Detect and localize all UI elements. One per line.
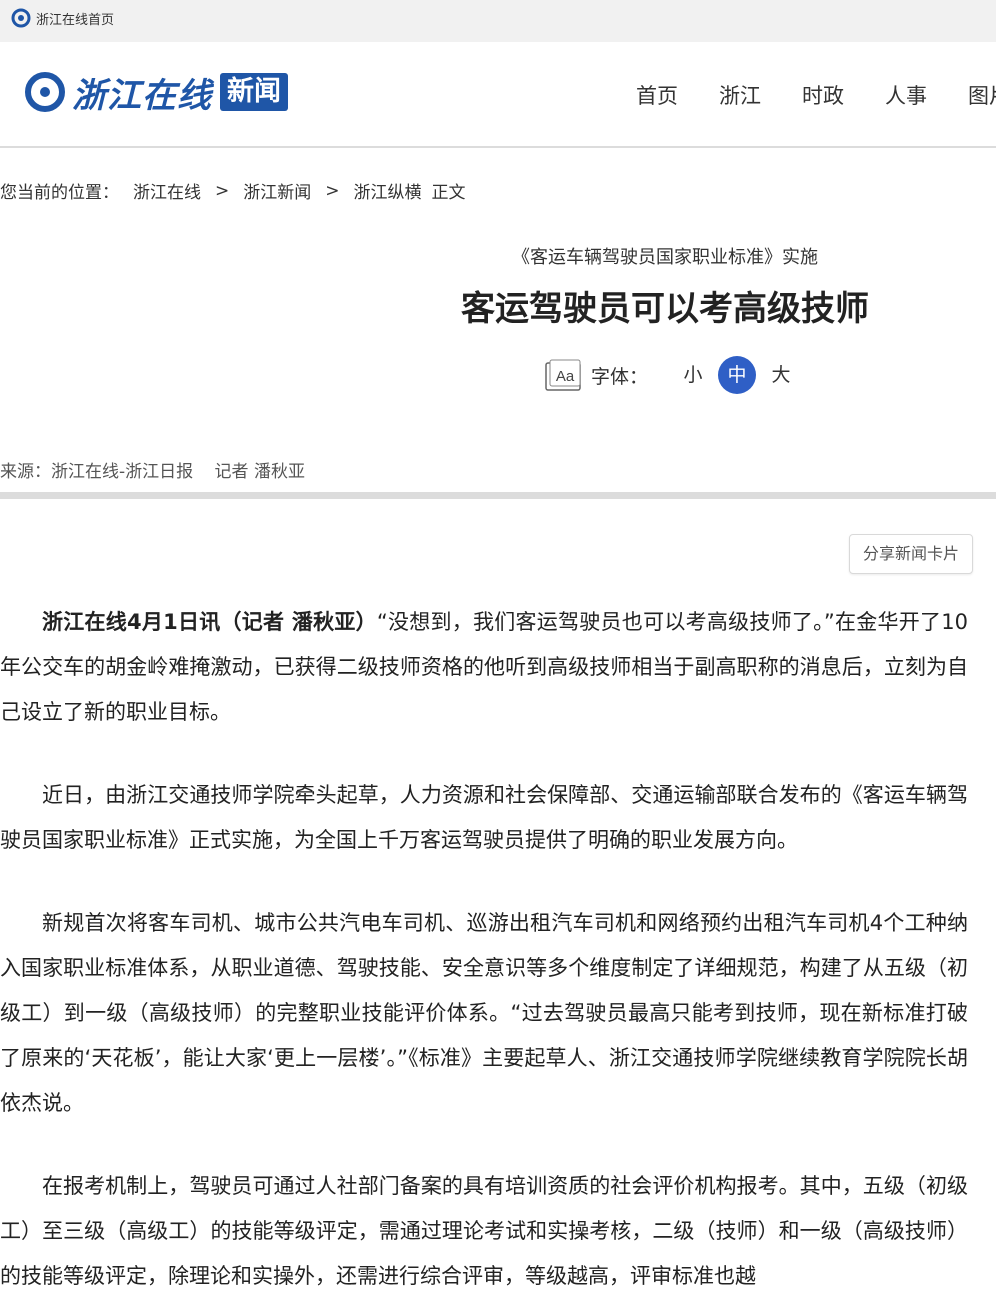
svg-text:Aa: Aa (556, 368, 575, 385)
home-link[interactable]: 浙江在线首页 (11, 8, 114, 28)
article-paragraph: 新规首次将客车司机、城市公共汽电车司机、巡游出租汽车司机和网络预约出租汽车司机4… (0, 911, 968, 1115)
font-size-small-button[interactable]: 小 (674, 356, 712, 394)
font-size-medium-button[interactable]: 中 (718, 356, 757, 394)
breadcrumb-current: 正文 (431, 183, 466, 203)
header-divider (0, 492, 996, 499)
logo-mark-icon (25, 72, 65, 112)
breadcrumb-item-news[interactable]: 浙江新闻 (243, 178, 311, 203)
breadcrumb: 您当前的位置： 浙江在线 > 浙江新闻 > 浙江纵横 正文 (0, 178, 466, 204)
font-size-icon: Aa (545, 359, 581, 391)
font-size-control: Aa 字体： 小 中 大 (545, 356, 806, 394)
logo-badge: 新闻 (220, 73, 288, 111)
breadcrumb-separator: > (215, 180, 230, 201)
article-source: 来源：浙江在线-浙江日报 记者 潘秋亚 (0, 457, 305, 482)
nav-item-zhejiang[interactable]: 浙江 (719, 80, 802, 110)
nav-item-personnel[interactable]: 人事 (885, 80, 968, 110)
nav-item-politics[interactable]: 时政 (802, 80, 885, 110)
reporter-label: 记者 潘秋亚 (214, 462, 305, 482)
nav-item-home[interactable]: 首页 (636, 80, 719, 110)
source-label: 来源：浙江在线-浙江日报 (0, 462, 194, 482)
font-size-label: 字体： (591, 365, 649, 388)
site-logo-icon (11, 8, 31, 28)
breadcrumb-item-zjol[interactable]: 浙江在线 (133, 178, 201, 203)
share-news-card-button[interactable]: 分享新闻卡片 (849, 534, 973, 574)
breadcrumb-item-zongheng[interactable]: 浙江纵横 (354, 178, 422, 203)
article-subtitle: 《客运车辆驾驶员国家职业标准》实施 (512, 247, 818, 268)
article-lead: 浙江在线4月1日讯（记者 潘秋亚） (42, 610, 377, 634)
font-size-large-button[interactable]: 大 (762, 356, 800, 394)
nav-item-photos[interactable]: 图片 (968, 80, 996, 110)
top-bar: 浙江在线首页 (0, 0, 996, 42)
article-title: 客运驾驶员可以考高级技师 (461, 289, 869, 329)
breadcrumb-separator: > (325, 180, 340, 201)
site-header: 浙江在线 新闻 首页 浙江 时政 人事 图片 (0, 42, 996, 148)
article-body: 浙江在线4月1日讯（记者 潘秋亚）“没想到，我们客运驾驶员也可以考高级技师了。”… (0, 600, 968, 1305)
site-logo[interactable]: 浙江在线 新闻 (24, 70, 288, 116)
logo-text: 浙江在线 (72, 75, 212, 116)
article-paragraph: 近日，由浙江交通技师学院牵头起草，人力资源和社会保障部、交通运输部联合发布的《客… (0, 783, 968, 852)
home-link-label: 浙江在线首页 (36, 12, 115, 28)
article-paragraph: 在报考机制上，驾驶员可通过人社部门备案的具有培训资质的社会评价机构报考。其中，五… (0, 1174, 968, 1288)
article-paragraph: 浙江在线4月1日讯（记者 潘秋亚）“没想到，我们客运驾驶员也可以考高级技师了。”… (0, 600, 968, 735)
main-nav: 首页 浙江 时政 人事 图片 (636, 80, 996, 110)
breadcrumb-prefix: 您当前的位置： (0, 183, 119, 203)
